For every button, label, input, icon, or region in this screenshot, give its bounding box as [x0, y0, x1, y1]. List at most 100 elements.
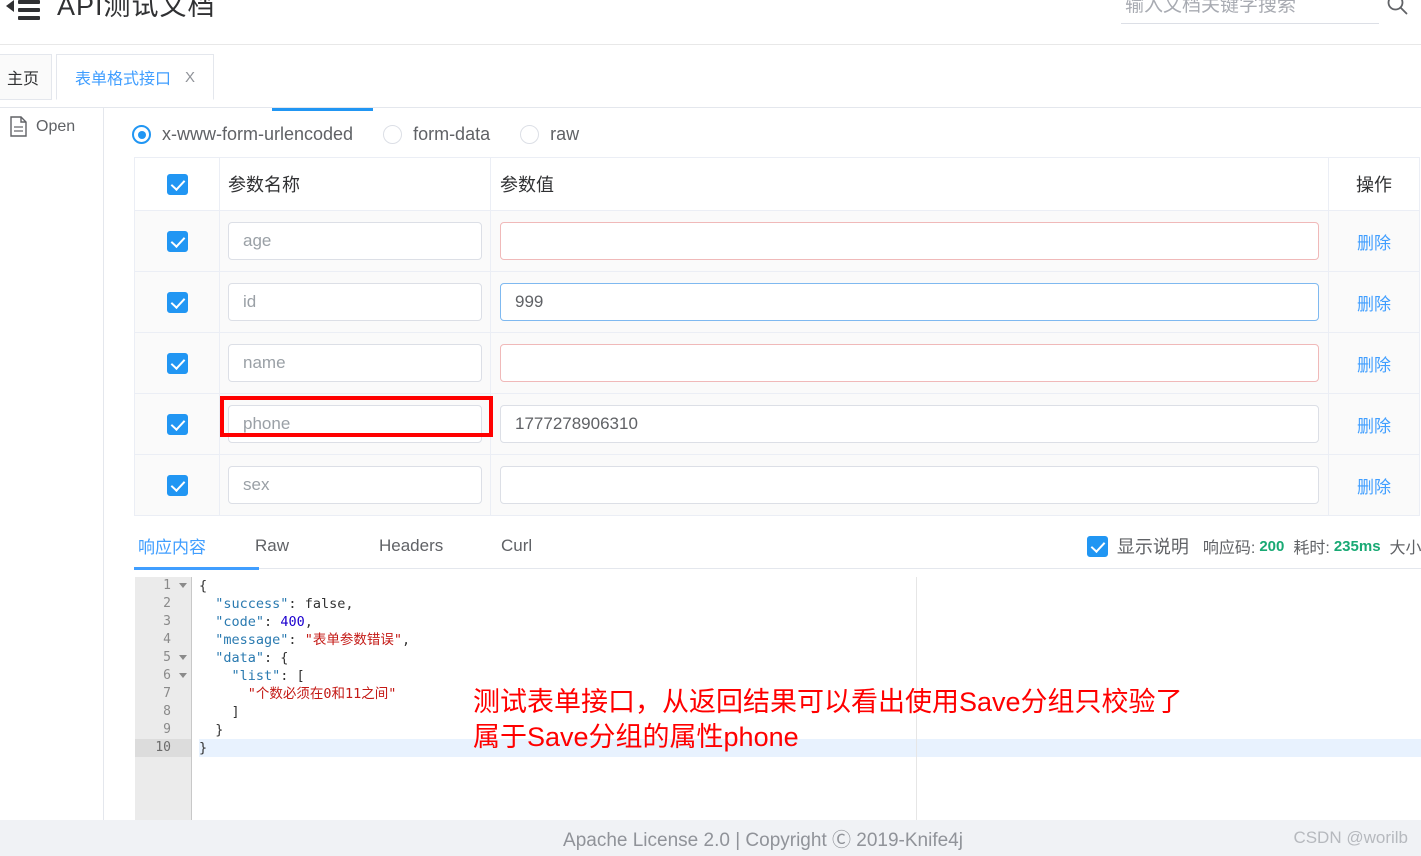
row-select-cell: [135, 394, 219, 454]
radio-x-www-form-urlencoded[interactable]: x-www-form-urlencoded: [132, 124, 353, 145]
param-value-input[interactable]: [500, 283, 1319, 321]
knife4j-api-doc-page: API测试文档 主页 表单格式接口 X Open: [0, 0, 1421, 856]
fold-triangle-icon[interactable]: [179, 583, 187, 588]
row-name-cell: [219, 455, 490, 515]
code-line: {: [199, 578, 208, 594]
line-number: 1: [135, 577, 191, 595]
radio-raw[interactable]: raw: [520, 124, 579, 145]
row-checkbox[interactable]: [166, 474, 188, 496]
param-value-input[interactable]: [500, 405, 1319, 443]
tab-form-interface-label: 表单格式接口: [75, 71, 172, 88]
tab-curl[interactable]: Curl: [501, 523, 532, 569]
search-icon[interactable]: [1385, 0, 1409, 16]
footer-left-pad: [0, 820, 105, 856]
line-number: 5: [135, 649, 191, 667]
tab-label: Raw: [255, 535, 290, 555]
hamburger-collapse-icon[interactable]: [6, 0, 46, 24]
param-name-input[interactable]: [228, 283, 482, 321]
editor-line-number-gutter: 1 2 3 4 5 6 7 8 9 10: [135, 577, 192, 820]
table-row: 删除: [135, 211, 1419, 272]
select-all-checkbox[interactable]: [166, 173, 188, 195]
footer: Apache License 2.0 | Copyright Ⓒ 2019-Kn…: [105, 820, 1421, 856]
params-table: 参数名称 参数值 操作 age 删除 id 999 删除 name 删除 pho…: [134, 157, 1420, 516]
tab-response-content[interactable]: 响应内容: [134, 523, 259, 570]
sidebar-item-open[interactable]: Open: [10, 116, 75, 137]
table-row: 删除: [135, 333, 1419, 394]
param-value-input[interactable]: [500, 466, 1319, 504]
tab-headers[interactable]: Headers: [379, 523, 501, 569]
line-number: 2: [163, 596, 171, 611]
header-label-name: 参数名称: [228, 175, 300, 195]
row-select-cell: [135, 211, 219, 271]
param-value-input[interactable]: [500, 344, 1319, 382]
tab-raw[interactable]: Raw: [255, 523, 379, 569]
row-value-cell: [490, 394, 1328, 454]
table-row: 删除: [135, 455, 1419, 516]
row-select-cell: [135, 455, 219, 515]
size-label: 大小:: [1389, 540, 1421, 557]
delete-row-button[interactable]: 删除: [1357, 229, 1391, 254]
table-row: 删除: [135, 272, 1419, 333]
row-select-cell: [135, 333, 219, 393]
line-number: 8: [163, 704, 171, 719]
row-value-cell: [490, 455, 1328, 515]
body-type-radio-group: x-www-form-urlencoded form-data raw: [132, 124, 609, 145]
header-label-value: 参数值: [500, 175, 554, 195]
line-number: 3: [163, 614, 171, 629]
row-name-cell: [219, 272, 490, 332]
fold-triangle-icon[interactable]: [179, 655, 187, 660]
tab-label: Curl: [501, 535, 533, 555]
radio-label: raw: [550, 124, 580, 144]
row-value-cell: [490, 333, 1328, 393]
header-label-action: 操作: [1356, 175, 1392, 195]
param-name-input[interactable]: [228, 222, 482, 260]
line-number: 10: [135, 739, 191, 757]
delete-row-button[interactable]: 删除: [1357, 473, 1391, 498]
tab-home[interactable]: 主页: [0, 54, 52, 100]
watermark: CSDN @worilb: [1293, 828, 1408, 847]
tab-form-interface[interactable]: 表单格式接口 X: [56, 54, 215, 100]
tab-label: Headers: [379, 535, 444, 555]
code-line: "data": {: [215, 650, 289, 666]
show-description-label: 显示说明: [1116, 537, 1189, 557]
radio-label: x-www-form-urlencoded: [162, 124, 354, 144]
annotation-line-2: 属于Save分组的属性phone: [473, 721, 799, 752]
row-checkbox[interactable]: [166, 291, 188, 313]
row-value-cell: [490, 272, 1328, 332]
delete-row-button[interactable]: 删除: [1357, 412, 1391, 437]
radio-form-data[interactable]: form-data: [383, 124, 490, 145]
param-name-input[interactable]: [228, 344, 482, 382]
status-code-value: 200: [1259, 537, 1285, 555]
header-cell-value: 参数值: [490, 158, 1328, 210]
row-action-cell: 删除: [1328, 394, 1419, 454]
fold-triangle-icon[interactable]: [179, 673, 187, 678]
row-checkbox[interactable]: [166, 230, 188, 252]
annotation-text: 测试表单接口，从返回结果可以看出使用Save分组只校验了 属于Save分组的属性…: [473, 685, 1183, 754]
annotation-line-1: 测试表单接口，从返回结果可以看出使用Save分组只校验了: [473, 687, 1183, 717]
show-description-checkbox[interactable]: [1086, 535, 1108, 557]
param-name-input[interactable]: [228, 405, 482, 443]
close-icon[interactable]: X: [185, 69, 195, 86]
line-number: 6: [135, 667, 191, 685]
row-checkbox[interactable]: [166, 352, 188, 374]
row-action-cell: 删除: [1328, 455, 1419, 515]
app-header: API测试文档: [0, 0, 1421, 45]
elapsed-time-value: 235ms: [1333, 537, 1381, 555]
param-name-input[interactable]: [228, 466, 482, 504]
radio-dot-icon: [520, 125, 540, 144]
radio-label: form-data: [413, 124, 491, 144]
footer-text: Apache License 2.0 | Copyright Ⓒ 2019-Kn…: [563, 829, 963, 851]
row-checkbox[interactable]: [166, 413, 188, 435]
response-tab-bar: 响应内容 Raw Headers Curl 显示说明 响应码: 200 耗时:: [134, 523, 1421, 570]
code-line: "success": false,: [215, 596, 354, 612]
delete-row-button[interactable]: 删除: [1357, 290, 1391, 315]
row-name-cell: [219, 333, 490, 393]
delete-row-button[interactable]: 删除: [1357, 351, 1391, 376]
search-input[interactable]: [1121, 0, 1379, 24]
row-name-cell: [219, 394, 493, 454]
radio-dot-icon: [383, 125, 403, 144]
page-title: API测试文档: [57, 0, 216, 21]
table-header-row: 参数名称 参数值 操作: [135, 158, 1419, 211]
param-value-input[interactable]: [500, 222, 1319, 260]
row-select-cell: [135, 272, 219, 332]
